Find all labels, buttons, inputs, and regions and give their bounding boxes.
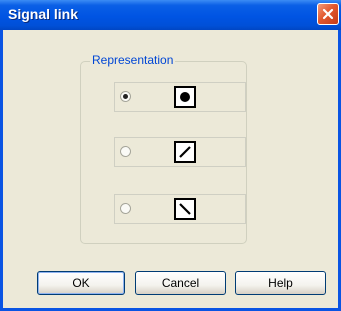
cancel-button[interactable]: Cancel xyxy=(135,271,226,295)
radio-back-slash[interactable] xyxy=(120,203,131,214)
close-button[interactable] xyxy=(317,3,339,25)
option-filled-circle[interactable] xyxy=(114,82,246,112)
help-button[interactable]: Help xyxy=(235,271,326,295)
back-slash-icon xyxy=(174,198,196,220)
radio-filled-circle[interactable] xyxy=(120,91,131,102)
representation-legend: Representation xyxy=(90,53,176,67)
option-forward-slash[interactable] xyxy=(114,137,246,167)
close-icon xyxy=(322,8,334,20)
filled-circle-icon xyxy=(174,86,196,108)
title-bar[interactable]: Signal link xyxy=(0,0,341,30)
option-back-slash[interactable] xyxy=(114,194,246,224)
forward-slash-icon xyxy=(174,141,196,163)
radio-forward-slash[interactable] xyxy=(120,146,131,157)
ok-button[interactable]: OK xyxy=(37,271,125,295)
window-title: Signal link xyxy=(8,6,79,22)
